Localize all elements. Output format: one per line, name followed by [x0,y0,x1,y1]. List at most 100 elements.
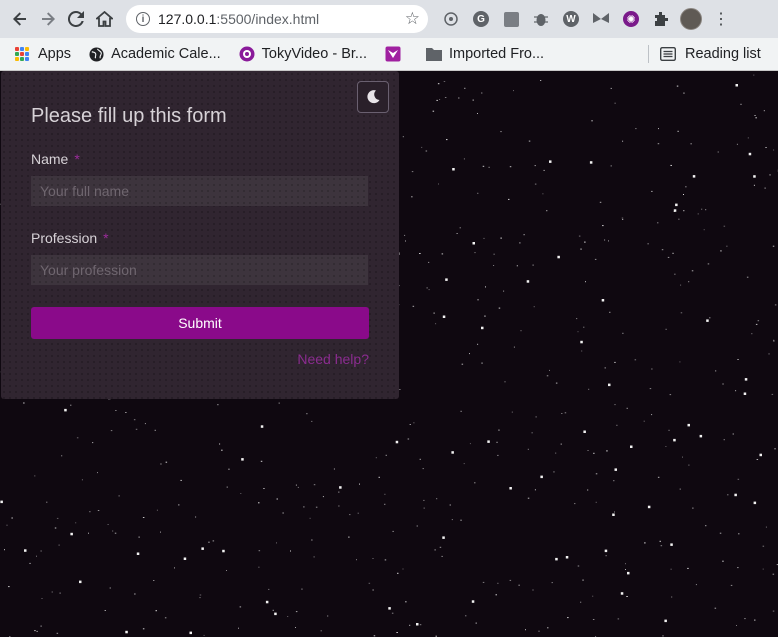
submit-button[interactable]: Submit [31,307,369,339]
star [748,152,752,156]
star [740,103,742,105]
star [549,160,552,163]
bug-icon[interactable] [530,8,552,30]
theme-toggle-button[interactable] [357,81,389,113]
star [677,130,679,132]
star [463,158,465,160]
star [452,168,455,171]
star [472,99,474,101]
arrow-left-icon [13,12,26,26]
profession-label-text: Profession [31,230,98,246]
star [737,359,739,360]
star [409,624,411,626]
star [755,117,757,119]
bookmark-apps[interactable]: Apps [0,46,71,62]
bookmark-fox[interactable] [385,46,408,62]
home-button[interactable] [90,5,118,33]
star [59,592,61,594]
star [593,452,595,454]
star [276,498,278,500]
reading-list-button[interactable]: Reading list [660,46,761,62]
bookmark-tokyvideo[interactable]: TokyVideo - Br... [239,46,367,62]
star [208,541,210,543]
star [610,165,612,167]
puzzle-ext-icon[interactable] [440,8,462,30]
star [469,443,471,445]
star [582,579,584,581]
star [272,609,274,611]
star [195,516,197,518]
star [688,464,690,466]
bookmark-star-icon[interactable]: ☆ [405,9,420,29]
star [125,412,127,413]
star [610,87,612,89]
star [602,225,604,227]
star [160,531,161,533]
butterfly-icon[interactable] [590,8,612,30]
star [525,629,526,631]
star [493,253,495,255]
star [717,151,719,153]
star [444,97,447,98]
extensions-icon[interactable] [650,8,672,30]
form-title: Please fill up this form [31,105,227,127]
star [504,381,506,383]
star [303,506,305,508]
reading-list-icon [660,47,676,61]
profile-avatar[interactable] [680,8,702,30]
info-icon[interactable]: i [136,12,150,26]
star [508,198,510,200]
star [426,287,428,289]
star [715,370,717,372]
required-mark: * [74,151,80,167]
star [588,388,590,390]
image-icon[interactable] [500,8,522,30]
star [546,375,549,377]
star [617,618,620,620]
star [662,635,664,637]
star [580,248,582,250]
star [528,140,531,142]
star [423,507,425,509]
star [547,627,549,629]
star [199,594,202,596]
star [384,559,387,561]
star [580,601,582,603]
bookmark-label: Academic Cale... [111,46,221,62]
star [701,208,703,210]
address-bar[interactable]: i 127.0.0.1:5500/index.html ☆ [126,5,428,33]
star [357,512,359,514]
grammarly-icon[interactable]: G [470,8,492,30]
bookmark-academic-calendar[interactable]: Academic Cale... [89,46,221,62]
bookmark-imported[interactable]: Imported Fro... [425,46,544,62]
profession-input[interactable] [31,255,368,285]
reload-button[interactable] [62,5,90,33]
star [428,289,430,291]
star [458,97,460,99]
star [375,457,377,459]
star [589,161,593,164]
star [29,562,31,564]
star [477,192,479,194]
star [416,623,419,626]
star [301,588,303,590]
star [97,510,100,511]
star [405,240,406,242]
back-button[interactable] [6,5,34,33]
star [110,430,113,432]
wordpress-icon[interactable]: W [560,8,582,30]
star [763,110,765,112]
name-input[interactable] [31,176,368,206]
forward-button[interactable] [34,5,62,33]
star [56,517,59,519]
need-help-link[interactable]: Need help? [297,351,369,367]
url-path: :5500/index.html [216,11,320,27]
menu-dots-icon[interactable]: ⋮ [710,8,732,30]
star [36,555,37,557]
url-text[interactable]: 127.0.0.1:5500/index.html [158,11,319,27]
star [555,382,558,384]
sparkle-icon[interactable]: ✺ [620,8,642,30]
star [670,543,673,546]
star [463,463,465,465]
star [754,115,756,116]
